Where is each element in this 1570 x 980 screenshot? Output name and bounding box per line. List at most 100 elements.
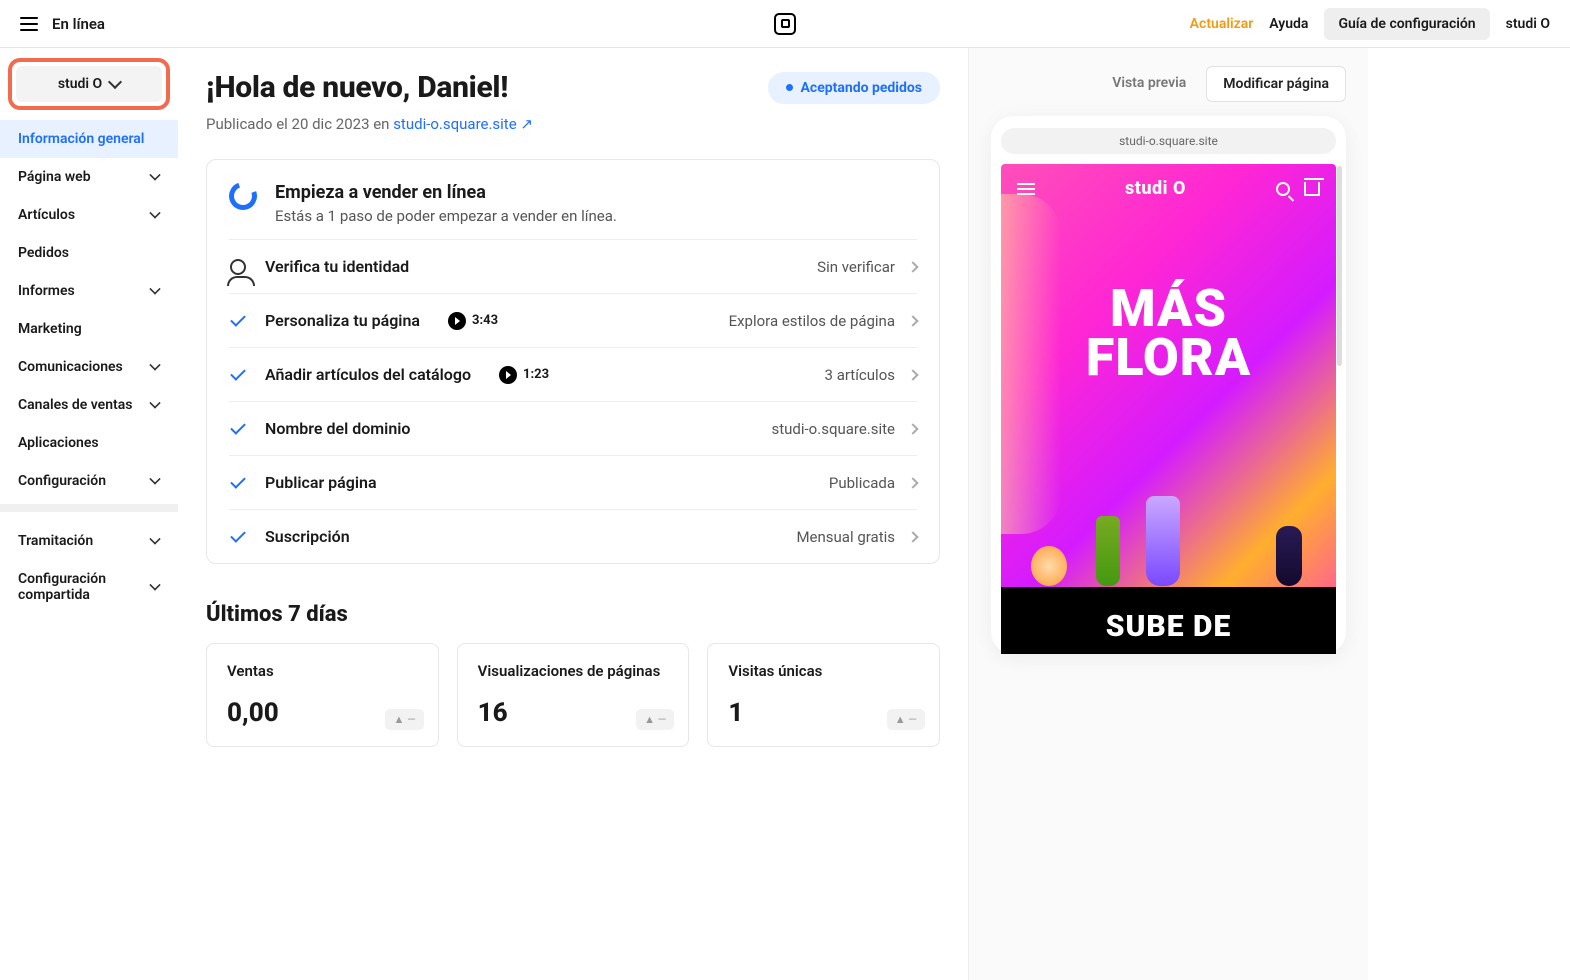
task-row[interactable]: Verifica tu identidad Sin verificar (229, 239, 917, 293)
task-title: Añadir artículos del catálogo (265, 365, 471, 384)
site-logo[interactable]: studi O (1125, 178, 1186, 199)
task-row[interactable]: Suscripción Mensual gratis (229, 509, 917, 563)
chevron-down-icon (149, 533, 160, 544)
chevron-down-icon (149, 579, 160, 590)
stat-label: Ventas (227, 662, 418, 680)
chevron-right-icon (907, 531, 918, 542)
status-dot-icon (786, 84, 793, 91)
sidebar-item-label: Canales de ventas (18, 397, 132, 413)
hero-decoration (1096, 516, 1120, 586)
sidebar-item-label: Marketing (18, 321, 82, 337)
check-icon (230, 311, 246, 327)
sidebar-item-5[interactable]: Marketing (0, 310, 178, 348)
sidebar-lower-item-0[interactable]: Tramitación (0, 522, 178, 560)
search-icon[interactable] (1276, 182, 1290, 196)
hero-decoration (1146, 496, 1180, 586)
site-hero[interactable]: studi O MÁS FLORA SUBE DE (1001, 164, 1336, 654)
square-logo[interactable] (774, 13, 796, 35)
sidebar-item-9[interactable]: Configuración (0, 462, 178, 500)
sidebar-item-3[interactable]: Pedidos (0, 234, 178, 272)
cart-icon[interactable] (1304, 182, 1320, 196)
chevron-right-icon (907, 261, 918, 272)
task-row[interactable]: Nombre del dominio studi-o.square.site (229, 401, 917, 455)
page-greeting: ¡Hola de nuevo, Daniel! (206, 70, 508, 105)
sidebar-item-7[interactable]: Canales de ventas (0, 386, 178, 424)
task-row[interactable]: Añadir artículos del catálogo1:233 artíc… (229, 347, 917, 401)
stat-trend-badge: ▲ — (636, 709, 674, 730)
task-meta: Publicada (829, 474, 895, 492)
sidebar-item-label: Configuración (18, 473, 106, 489)
sidebar-separator (0, 504, 178, 512)
sidebar-item-label: Información general (18, 131, 144, 147)
task-meta: Sin verificar (817, 258, 895, 276)
task-video-badge[interactable]: 1:23 (499, 366, 549, 384)
task-row[interactable]: Publicar página Publicada (229, 455, 917, 509)
task-video-badge[interactable]: 3:43 (448, 312, 498, 330)
stat-card[interactable]: Visualizaciones de páginas16▲ — (457, 643, 690, 747)
sidebar-item-8[interactable]: Aplicaciones (0, 424, 178, 462)
preview-panel: Vista previa Modificar página studi-o.sq… (968, 48, 1368, 980)
tab-edit-page[interactable]: Modificar página (1206, 66, 1346, 102)
stats-heading: Últimos 7 días (206, 602, 940, 627)
order-status-label: Aceptando pedidos (801, 80, 922, 96)
site-switcher-label: studi O (58, 76, 102, 92)
task-row[interactable]: Personaliza tu página3:43Explora estilos… (229, 293, 917, 347)
task-title: Nombre del dominio (265, 419, 410, 438)
topbar: En línea Actualizar Ayuda Guía de config… (0, 0, 1570, 48)
task-title: Publicar página (265, 473, 377, 492)
sidebar-item-label: Aplicaciones (18, 435, 99, 451)
play-icon (448, 312, 466, 330)
stat-card[interactable]: Visitas únicas1▲ — (707, 643, 940, 747)
person-icon (230, 259, 246, 275)
sidebar-item-0[interactable]: Información general (0, 120, 178, 158)
task-title: Personaliza tu página (265, 311, 420, 330)
sidebar-item-label: Tramitación (18, 533, 93, 549)
onboarding-subtitle: Estás a 1 paso de poder empezar a vender… (275, 207, 617, 225)
stat-trend-badge: ▲ — (887, 709, 925, 730)
app-title: En línea (52, 15, 105, 33)
sidebar-item-label: Pedidos (18, 245, 69, 261)
tab-preview[interactable]: Vista previa (1096, 66, 1202, 102)
sidebar-lower-item-1[interactable]: Configuración compartida (0, 560, 178, 614)
task-meta: Mensual gratis (796, 528, 895, 546)
preview-scrollbar[interactable] (1337, 166, 1342, 366)
hero-band-text: SUBE DE (1001, 587, 1336, 654)
stat-card[interactable]: Ventas0,00▲ — (206, 643, 439, 747)
onboarding-title: Empieza a vender en línea (275, 182, 617, 203)
account-menu[interactable]: studi O (1506, 16, 1550, 32)
site-switcher[interactable]: studi O (16, 66, 162, 102)
chevron-down-icon (149, 169, 160, 180)
chevron-right-icon (907, 369, 918, 380)
update-link[interactable]: Actualizar (1190, 16, 1254, 32)
setup-guide-button[interactable]: Guía de configuración (1324, 8, 1489, 40)
stat-label: Visitas únicas (728, 662, 919, 680)
task-meta: studi-o.square.site (772, 420, 895, 438)
menu-icon[interactable] (20, 17, 38, 31)
video-duration: 3:43 (472, 313, 498, 328)
tutorial-highlight: studi O (8, 58, 170, 110)
check-icon (230, 419, 246, 435)
stat-trend-badge: ▲ — (385, 709, 423, 730)
order-status-pill[interactable]: Aceptando pedidos (768, 72, 940, 104)
check-icon (230, 527, 246, 543)
chevron-down-icon (149, 473, 160, 484)
help-link[interactable]: Ayuda (1269, 16, 1308, 32)
hero-decoration (1276, 526, 1302, 586)
sidebar-item-4[interactable]: Informes (0, 272, 178, 310)
hero-decoration (1031, 546, 1067, 586)
task-title: Verifica tu identidad (265, 257, 409, 276)
chevron-down-icon (149, 207, 160, 218)
sidebar-item-label: Comunicaciones (18, 359, 123, 375)
sidebar-item-label: Configuración compartida (18, 571, 138, 603)
sidebar-item-1[interactable]: Página web (0, 158, 178, 196)
check-icon (230, 473, 246, 489)
sidebar-item-2[interactable]: Artículos (0, 196, 178, 234)
external-link-icon: ↗ (520, 115, 533, 133)
publish-prefix: Publicado el 20 dic 2023 en (206, 115, 393, 133)
preview-url: studi-o.square.site (1001, 128, 1336, 154)
sidebar-item-6[interactable]: Comunicaciones (0, 348, 178, 386)
task-title: Suscripción (265, 527, 350, 546)
play-icon (499, 366, 517, 384)
sidebar-item-label: Informes (18, 283, 75, 299)
site-url-link[interactable]: studi-o.square.site ↗ (393, 115, 533, 133)
